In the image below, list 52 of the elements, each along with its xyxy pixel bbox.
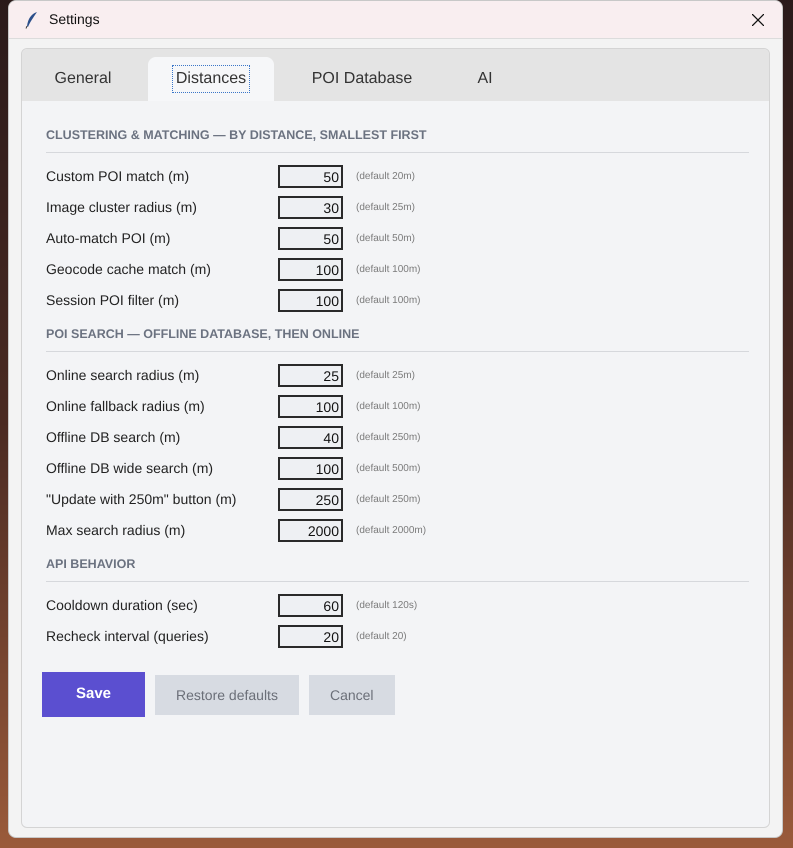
default-hint: (default 120s) bbox=[356, 599, 418, 613]
default-hint: (default 25m) bbox=[356, 201, 415, 215]
section-heading: POI SEARCH — OFFLINE DATABASE, THEN ONLINE bbox=[46, 327, 360, 341]
default-hint: (default 25m) bbox=[356, 369, 415, 383]
field-label: Session POI filter (m) bbox=[46, 291, 180, 310]
default-hint: (default 100m) bbox=[356, 263, 420, 277]
field-label: Online search radius (m) bbox=[46, 366, 200, 385]
input-field[interactable]: 100 bbox=[278, 258, 343, 281]
input-field[interactable]: 40 bbox=[278, 426, 343, 449]
field-label: Max search radius (m) bbox=[46, 521, 186, 540]
default-hint: (default 500m) bbox=[356, 462, 420, 476]
field-label: Recheck interval (queries) bbox=[46, 627, 210, 646]
action-button[interactable]: Cancel bbox=[308, 675, 395, 715]
input-field[interactable]: 50 bbox=[278, 227, 343, 250]
field-label: Offline DB wide search (m) bbox=[46, 459, 214, 478]
close-icon bbox=[752, 14, 764, 26]
input-field[interactable]: 30 bbox=[278, 196, 343, 219]
field-label: Geocode cache match (m) bbox=[46, 260, 212, 279]
window-title: Settings bbox=[49, 10, 100, 29]
default-hint: (default 100m) bbox=[356, 400, 420, 414]
default-hint: (default 20) bbox=[356, 630, 407, 644]
action-button[interactable]: Restore defaults bbox=[155, 675, 299, 715]
tab[interactable]: General bbox=[28, 57, 138, 101]
input-field[interactable]: 25 bbox=[278, 364, 343, 387]
field-label: Image cluster radius (m) bbox=[46, 198, 198, 217]
input-field[interactable]: 60 bbox=[278, 594, 343, 617]
input-field[interactable]: 250 bbox=[278, 488, 343, 511]
default-hint: (default 20m) bbox=[356, 170, 415, 184]
default-hint: (default 100m) bbox=[356, 294, 420, 308]
field-label: Auto-match POI (m) bbox=[46, 229, 172, 248]
field-label: Online fallback radius (m) bbox=[46, 397, 206, 416]
input-field[interactable]: 20 bbox=[278, 625, 343, 648]
input-field[interactable]: 100 bbox=[278, 289, 343, 312]
section-heading: API BEHAVIOR bbox=[46, 557, 136, 571]
tab[interactable]: AI bbox=[450, 57, 520, 101]
input-field[interactable]: 2000 bbox=[278, 519, 343, 542]
feather-icon bbox=[25, 10, 39, 28]
input-field[interactable]: 50 bbox=[278, 165, 343, 188]
tab[interactable]: Distances bbox=[148, 57, 274, 101]
default-hint: (default 250m) bbox=[356, 493, 420, 507]
field-label: Offline DB search (m) bbox=[46, 428, 182, 447]
input-field[interactable]: 100 bbox=[278, 395, 343, 418]
default-hint: (default 250m) bbox=[356, 431, 420, 445]
field-label: "Update with 250m" button (m) bbox=[46, 490, 238, 509]
section-heading: CLUSTERING & MATCHING — BY DISTANCE, SMALLEST FIRST bbox=[46, 128, 427, 142]
action-button[interactable]: Save bbox=[42, 672, 145, 717]
tab[interactable]: POI Database bbox=[284, 57, 440, 101]
field-label: Custom POI match (m) bbox=[46, 167, 190, 186]
input-field[interactable]: 100 bbox=[278, 457, 343, 480]
field-label: Cooldown duration (sec) bbox=[46, 596, 199, 615]
default-hint: (default 50m) bbox=[356, 232, 415, 246]
default-hint: (default 2000m) bbox=[356, 524, 426, 538]
